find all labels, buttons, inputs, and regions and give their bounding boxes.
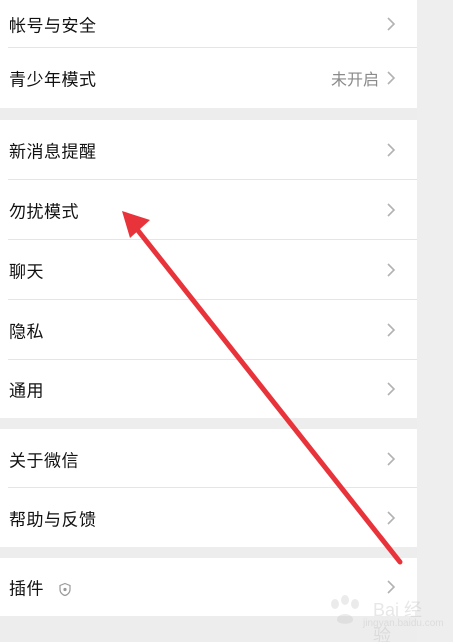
chevron-right-icon bbox=[387, 323, 396, 337]
row-label: 帮助与反馈 bbox=[9, 510, 97, 530]
baidu-watermark: Bai 经验 jingyan.baidu.com bbox=[311, 592, 444, 642]
shield-badge-icon bbox=[59, 582, 71, 597]
row-label: 勿扰模式 bbox=[9, 202, 79, 223]
row-help-feedback[interactable]: 帮助与反馈 bbox=[0, 488, 417, 547]
row-label: 新消息提醒 bbox=[9, 142, 97, 163]
watermark-url: jingyan.baidu.com bbox=[363, 618, 444, 629]
chevron-right-icon bbox=[387, 203, 396, 217]
chevron-right-icon bbox=[387, 263, 396, 277]
row-label: 聊天 bbox=[9, 262, 44, 283]
chevron-right-icon bbox=[387, 510, 396, 525]
row-label: 隐私 bbox=[9, 322, 44, 343]
chevron-right-icon bbox=[387, 382, 396, 396]
chevron-right-icon bbox=[387, 451, 396, 466]
row-chat[interactable]: 聊天 bbox=[0, 240, 417, 300]
chevron-right-icon bbox=[387, 143, 396, 157]
row-do-not-disturb[interactable]: 勿扰模式 bbox=[0, 180, 417, 240]
row-label-with-badge: 插件 bbox=[9, 575, 72, 600]
row-label: 帐号与安全 bbox=[9, 16, 97, 37]
row-teen-mode[interactable]: 青少年模式 未开启 bbox=[0, 48, 417, 108]
row-label: 关于微信 bbox=[9, 451, 79, 471]
settings-group-about: 关于微信 帮助与反馈 bbox=[0, 429, 417, 547]
row-label: 通用 bbox=[9, 381, 44, 402]
chevron-right-icon bbox=[387, 71, 396, 85]
settings-group-general: 新消息提醒 勿扰模式 聊天 隐私 通用 bbox=[0, 120, 417, 418]
row-general[interactable]: 通用 bbox=[0, 360, 417, 418]
row-account-security[interactable]: 帐号与安全 bbox=[0, 0, 417, 48]
row-label: 青少年模式 bbox=[9, 70, 97, 91]
row-new-message-alerts[interactable]: 新消息提醒 bbox=[0, 120, 417, 180]
row-about-wechat[interactable]: 关于微信 bbox=[0, 429, 417, 488]
right-margin-area bbox=[417, 0, 453, 642]
settings-group-account: 帐号与安全 青少年模式 未开启 bbox=[0, 0, 417, 108]
settings-screen: 帐号与安全 青少年模式 未开启 新消息提醒 勿扰模式 聊天 隐私 通用 关于微信… bbox=[0, 0, 453, 642]
chevron-right-icon bbox=[387, 17, 396, 31]
row-privacy[interactable]: 隐私 bbox=[0, 300, 417, 360]
row-value: 未开启 bbox=[330, 70, 379, 89]
row-label: 插件 bbox=[9, 579, 44, 600]
